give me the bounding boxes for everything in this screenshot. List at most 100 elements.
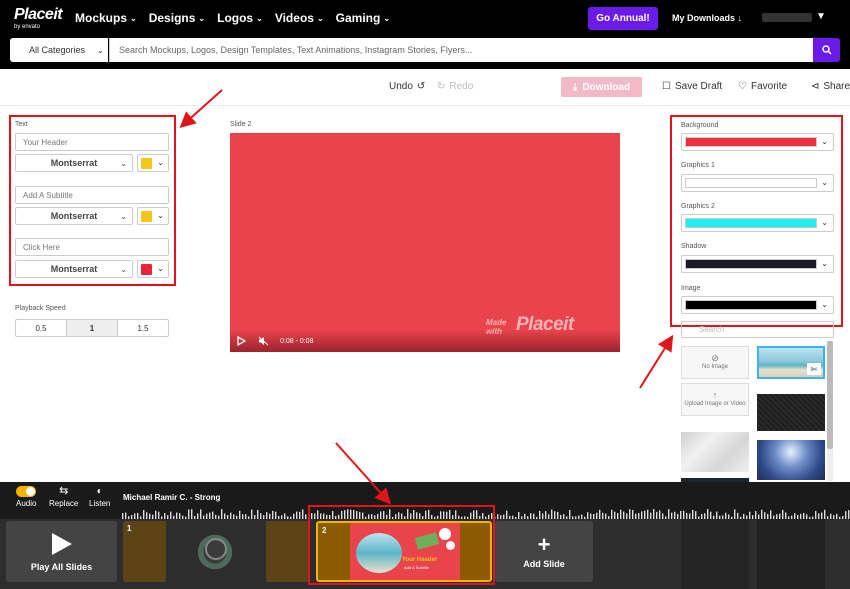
subtitle-font-select[interactable]: Montserrat ⌄	[15, 207, 133, 225]
nav-gaming[interactable]: Gaming ⌄	[336, 11, 390, 25]
waveform-bar	[629, 509, 631, 519]
waveform-bar	[557, 511, 559, 519]
no-image-icon: ⊘	[711, 352, 719, 363]
waveform-bar	[668, 509, 670, 519]
waveform-bar	[221, 509, 223, 519]
audio-toggle-switch[interactable]	[16, 486, 37, 497]
no-image-tile[interactable]: ⊘ No Image	[681, 346, 749, 379]
undo-button[interactable]: Undo ↺	[389, 81, 425, 92]
button-text-input[interactable]: Click Here	[15, 238, 169, 256]
color-bar	[685, 259, 817, 269]
favorite-button[interactable]: ♡ Favorite	[738, 81, 787, 92]
slide-thumb-1[interactable]: 1	[123, 521, 309, 582]
image-list-scroll-thumb[interactable]	[827, 341, 833, 449]
shadow-color-select[interactable]: ⌄	[681, 255, 834, 273]
chevron-down-icon: ⌄	[157, 264, 164, 273]
chevron-down-icon: ⌄	[120, 211, 127, 221]
waveform-bar	[146, 512, 148, 519]
search-button[interactable]	[813, 38, 840, 62]
speed-option[interactable]: 0.5	[16, 320, 67, 336]
waveform-bar	[518, 512, 520, 519]
account-name[interactable]	[762, 13, 812, 22]
playback-speed-label: Playback Speed	[15, 305, 66, 312]
beach-image-thumb-selected[interactable]: ✄	[757, 346, 825, 379]
video-controls: 0:08 - 0:08	[230, 330, 620, 352]
waveform-bar	[620, 509, 622, 519]
image-color-select[interactable]: ⌄	[681, 296, 834, 314]
upload-image-tile[interactable]: ↑ Upload Image or Video	[681, 383, 749, 416]
play-icon[interactable]	[237, 336, 246, 346]
video-time: 0:08 - 0:08	[280, 337, 314, 345]
share-button[interactable]: ⊲ Share	[811, 81, 850, 92]
waveform-bar	[251, 509, 253, 519]
plus-icon: +	[537, 531, 551, 557]
category-select[interactable]: All Categories ⌄	[10, 38, 108, 62]
category-label: All Categories	[29, 45, 86, 55]
nav-mockups[interactable]: Mockups ⌄	[75, 11, 137, 25]
waveform-bar	[275, 511, 277, 519]
graphics1-color-select[interactable]: ⌄	[681, 174, 834, 192]
speed-option-selected[interactable]: 1	[67, 320, 118, 336]
save-draft-button[interactable]: ☐ Save Draft	[662, 81, 722, 92]
add-slide-button[interactable]: + Add Slide	[495, 521, 593, 582]
waveform-bar	[692, 509, 694, 519]
shadow-label: Shadow	[681, 243, 707, 250]
go-annual-button[interactable]: Go Annual!	[588, 7, 658, 30]
nav-designs[interactable]: Designs ⌄	[149, 11, 205, 25]
image-search-input[interactable]: Search	[681, 321, 834, 338]
subtitle-color-select[interactable]: ⌄	[137, 207, 169, 225]
nav-videos[interactable]: Videos ⌄	[275, 11, 324, 25]
waveform-bar	[647, 509, 649, 519]
waveform-bar	[734, 509, 736, 519]
video-preview[interactable]: Made with Placeit 0:08 - 0:08	[230, 133, 620, 352]
header-color-select[interactable]: ⌄	[137, 154, 169, 172]
heart-icon: ♡	[738, 81, 747, 92]
waveform-bar	[815, 511, 817, 519]
annotation-arrow-colors-panel	[639, 334, 674, 389]
graphics2-color-select[interactable]: ⌄	[681, 214, 834, 232]
my-downloads-link[interactable]: My Downloads ↓	[672, 13, 742, 23]
subtitle-text-input[interactable]: Add A Subtitle	[15, 186, 169, 204]
waveform-bar	[191, 509, 193, 519]
crop-icon[interactable]: ✄	[807, 363, 821, 375]
nav-label: Mockups	[75, 11, 128, 25]
mute-icon[interactable]	[258, 336, 269, 346]
waveform-bar	[545, 511, 547, 519]
waveform-bar	[302, 509, 304, 519]
header-font-select[interactable]: Montserrat ⌄	[15, 154, 133, 172]
redo-button[interactable]: ↻ Redo	[437, 81, 473, 92]
chevron-down-icon: ⌄	[821, 137, 828, 146]
replace-audio-button[interactable]: ⇆ Replace	[49, 485, 79, 509]
search-input[interactable]	[109, 38, 813, 62]
snow-scene-thumb[interactable]	[757, 440, 825, 480]
color-bar	[685, 178, 817, 188]
replace-icon: ⇆	[59, 485, 69, 497]
undo-label: Undo	[389, 81, 413, 92]
button-color-select[interactable]: ⌄	[137, 260, 169, 278]
button-font-select[interactable]: Montserrat ⌄	[15, 260, 133, 278]
logo-sub: by envato	[14, 23, 41, 30]
waveform-bar	[623, 511, 625, 519]
waveform-bar	[845, 511, 847, 519]
listen-button[interactable]: ◐ Listen	[89, 486, 110, 508]
headphones-icon: ◐	[96, 486, 103, 497]
graphics1-label: Graphics 1	[681, 162, 715, 169]
download-button[interactable]: ⤓ Download	[561, 77, 642, 97]
placeit-logo[interactable]: Placeit by envato	[14, 5, 64, 30]
background-color-select[interactable]: ⌄	[681, 133, 834, 151]
nav-logos[interactable]: Logos ⌄	[217, 11, 263, 25]
replace-label: Replace	[49, 499, 79, 508]
color-bar	[685, 218, 817, 228]
waveform-bar	[272, 510, 274, 519]
dark-texture-thumb[interactable]	[757, 394, 825, 431]
play-all-slides-button[interactable]: Play All Slides	[6, 521, 117, 582]
waveform-bar	[599, 509, 601, 519]
logo-wordmark: Placeit	[14, 5, 63, 23]
speed-option[interactable]: 1.5	[118, 320, 168, 336]
download-arrow-icon: ↓	[737, 13, 743, 23]
audio-toggle[interactable]: Audio	[16, 486, 36, 508]
account-caret-icon[interactable]: ▼	[816, 11, 826, 22]
marble-thumb[interactable]	[681, 432, 749, 472]
waveform-bar	[188, 509, 190, 519]
header-text-input[interactable]: Your Header	[15, 133, 169, 151]
